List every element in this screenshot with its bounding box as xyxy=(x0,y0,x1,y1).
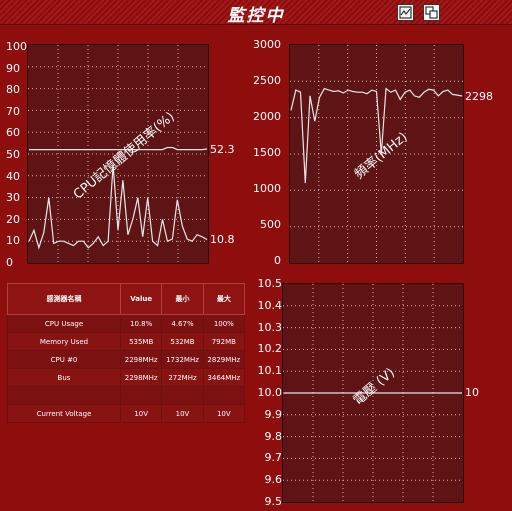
y-tick-label: 10.2 xyxy=(257,342,283,356)
y-tick-label: 1500 xyxy=(253,146,281,159)
y-tick-label: 10.4 xyxy=(257,298,283,312)
table-header-row: 感測器名稱 Value 最小 最大 xyxy=(7,283,246,315)
table-row[interactable]: Bus 2298MHz 272MHz 3464MHz xyxy=(7,368,246,387)
sensor-name: CPU #0 xyxy=(7,350,121,369)
y-tick-label: 500 xyxy=(260,218,281,231)
sensor-min: 4.67% xyxy=(161,314,204,333)
table-row[interactable]: Memory Used 535MB 532MB 792MB xyxy=(7,332,246,351)
sensor-value: 10.8% xyxy=(119,314,163,333)
sensor-value: 2298MHz xyxy=(119,368,163,387)
y-tick-label: 10.3 xyxy=(257,320,283,334)
frequency-chart: 頻率(MHz) xyxy=(289,44,464,264)
table-row[interactable]: CPU #0 2298MHz 1732MHz 2829MHz xyxy=(7,350,246,369)
sensor-max: 2829MHz xyxy=(202,350,246,369)
cpu-memory-chart: CPU記憶體使用率(%) xyxy=(27,44,209,264)
sensor-max: 3464MHz xyxy=(202,368,246,387)
chart-icon[interactable] xyxy=(397,4,414,21)
sensor-min: 1732MHz xyxy=(161,350,204,369)
sensor-min: 272MHz xyxy=(161,368,204,387)
sensor-value: 535MB xyxy=(119,332,163,351)
table-row[interactable]: Current Voltage 10V 10V 10V xyxy=(7,404,246,423)
y-tick-label: 40 xyxy=(6,169,20,183)
y-tick-label: 9.8 xyxy=(264,429,283,443)
y-tick-label: 9.9 xyxy=(264,407,283,421)
frequency-readout: 2298 xyxy=(465,90,493,103)
header-max: 最大 xyxy=(202,283,246,315)
table-row[interactable] xyxy=(7,386,246,405)
y-tick-label: 2000 xyxy=(253,110,281,123)
table-row[interactable]: CPU Usage 10.8% 4.67% 100% xyxy=(7,314,246,333)
sensor-min: 10V xyxy=(161,404,204,423)
sensor-name: CPU Usage xyxy=(7,314,121,333)
y-tick-label: 10.0 xyxy=(257,386,283,399)
y-tick-label: 80 xyxy=(6,83,20,97)
sensor-table: 感測器名稱 Value 最小 最大 CPU Usage 10.8% 4.67% … xyxy=(7,283,246,423)
sensor-max: 792MB xyxy=(202,332,246,351)
memory-usage-readout: 52.3 xyxy=(210,143,235,156)
header-min: 最小 xyxy=(161,283,204,315)
y-tick-label: 10.1 xyxy=(257,364,283,378)
sensor-min xyxy=(161,386,204,405)
y-tick-label: 50 xyxy=(6,148,20,161)
sensor-name: Current Voltage xyxy=(7,404,121,423)
y-tick-label: 10.5 xyxy=(257,277,283,290)
y-tick-label: 20 xyxy=(6,212,20,226)
sensor-value: 10V xyxy=(119,404,163,423)
sensor-max: 100% xyxy=(202,314,246,333)
y-tick-label: 0 xyxy=(274,254,281,267)
y-tick-label: 3000 xyxy=(253,38,281,51)
sensor-max xyxy=(202,386,246,405)
y-tick-label: 0 xyxy=(6,256,13,269)
y-tick-label: 2500 xyxy=(253,74,281,87)
header-value: Value xyxy=(119,283,163,315)
y-tick-label: 9.5 xyxy=(264,495,283,508)
y-tick-label: 30 xyxy=(6,191,20,205)
cpu-usage-readout: 10.8 xyxy=(210,233,235,246)
y-tick-label: 9.6 xyxy=(264,473,283,487)
sensor-min: 532MB xyxy=(161,332,204,351)
voltage-chart: 電壓 (V) xyxy=(282,283,464,503)
sensor-value: 2298MHz xyxy=(119,350,163,369)
sensor-max: 10V xyxy=(202,404,246,423)
title-bar: 監控中 xyxy=(0,0,512,26)
sensor-name xyxy=(7,386,121,405)
y-tick-label: 1000 xyxy=(253,182,281,195)
header-sensor-name: 感測器名稱 xyxy=(7,283,121,315)
y-tick-label: 9.7 xyxy=(264,451,283,465)
y-tick-label: 60 xyxy=(6,126,20,140)
sensor-value xyxy=(119,386,163,405)
restore-window-icon[interactable] xyxy=(423,4,440,21)
y-tick-label: 70 xyxy=(6,104,20,118)
y-tick-label: 90 xyxy=(6,61,20,75)
sensor-name: Memory Used xyxy=(7,332,121,351)
voltage-readout: 10 xyxy=(465,386,479,399)
y-tick-label: 10 xyxy=(6,234,20,248)
y-tick-label: 100 xyxy=(6,40,27,53)
sensor-name: Bus xyxy=(7,368,121,387)
